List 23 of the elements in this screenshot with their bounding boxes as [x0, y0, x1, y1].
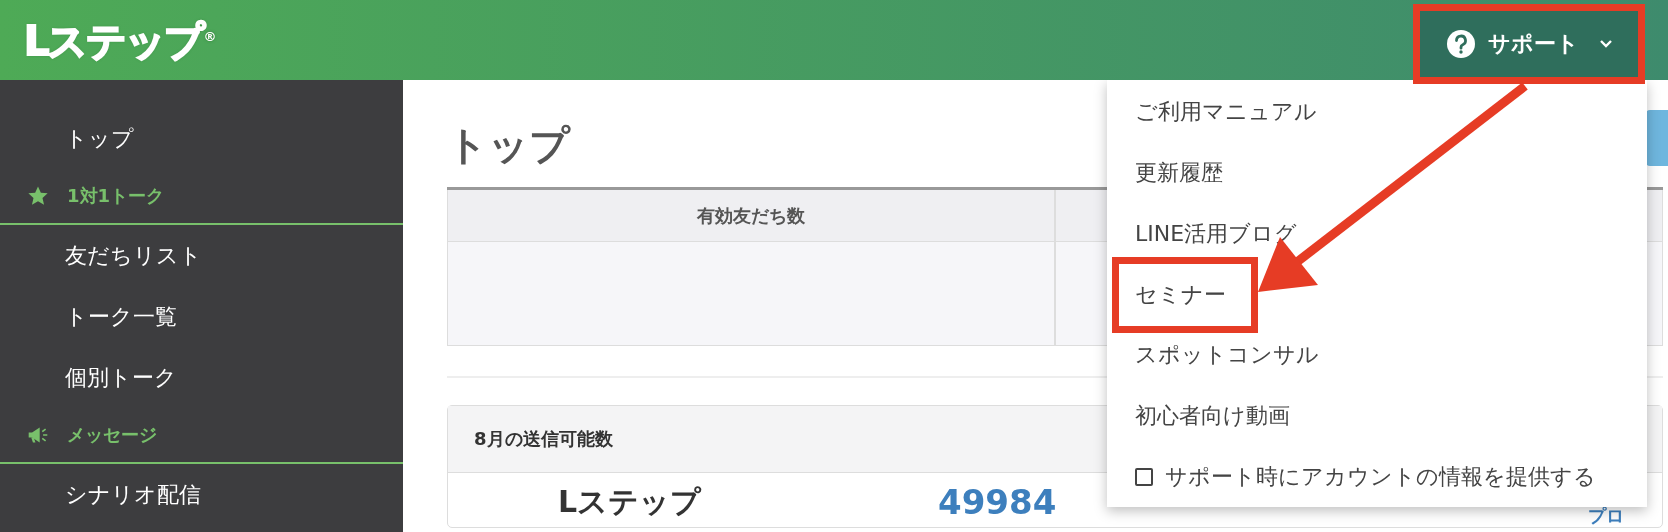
page-title: トップ	[447, 121, 570, 170]
table-header-cell: 有効友だち数	[447, 190, 1055, 242]
checkbox[interactable]	[1135, 467, 1153, 486]
sidebar-item[interactable]: トップ	[0, 108, 403, 169]
plan-name: Lステップ	[558, 482, 703, 521]
star-icon	[27, 185, 49, 207]
menu-item[interactable]: セミナー	[1107, 264, 1647, 325]
sidebar-section: メッセージ	[0, 408, 403, 464]
caret-icon	[1598, 39, 1613, 49]
sidebar-section: 1対1トーク	[0, 169, 403, 225]
sidebar-item[interactable]: シナリオ配信	[0, 464, 403, 525]
menu-item[interactable]: スポットコンサル	[1107, 324, 1647, 386]
side-tab[interactable]	[1646, 110, 1668, 166]
plan-type: プロ	[1588, 505, 1624, 527]
sidebar-item[interactable]: 友だちリスト	[0, 225, 403, 286]
help-icon	[1445, 29, 1476, 59]
megaphone-icon	[27, 424, 49, 446]
menu-item[interactable]: 更新履歴	[1107, 142, 1647, 204]
menu-item[interactable]: ご利用マニュアル	[1107, 82, 1647, 143]
support-button[interactable]: サポート	[1413, 4, 1645, 84]
sidebar-item[interactable]: トーク一覧	[0, 286, 403, 347]
remaining-count: 49984	[938, 482, 1058, 522]
sidebar-item[interactable]: 個別トーク	[0, 347, 403, 408]
